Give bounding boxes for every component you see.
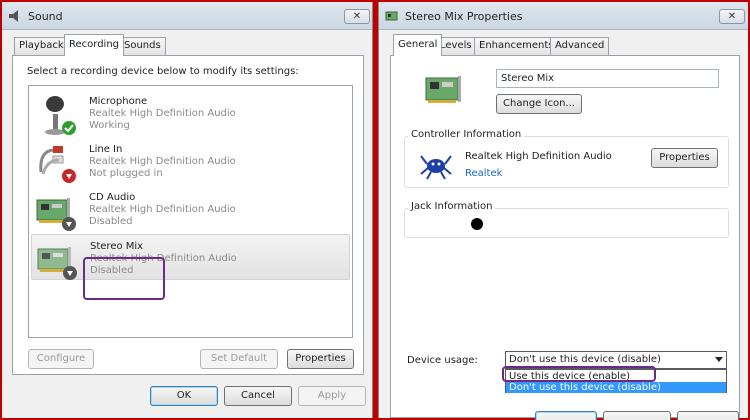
usage-option-disable[interactable]: Don't use this device (disable): [506, 382, 726, 393]
chevron-down-icon: [715, 357, 723, 362]
configure-button[interactable]: Configure: [28, 349, 94, 369]
tab-playback[interactable]: Playback: [14, 37, 69, 55]
controller-properties-button[interactable]: Properties: [651, 148, 718, 168]
stereo-mix-device-icon: [425, 76, 461, 103]
tab-sounds[interactable]: Sounds: [119, 37, 166, 55]
device-status: Disabled: [89, 216, 133, 227]
properties-tab-strip: General Levels Enhancements Advanced: [379, 34, 748, 56]
sound-close-button[interactable]: ✕: [344, 9, 370, 24]
instruction-text: Select a recording device below to modif…: [27, 66, 299, 77]
device-usage-selected-value: Don't use this device (disable): [509, 354, 661, 365]
change-icon-button[interactable]: Change Icon...: [496, 94, 582, 114]
sound-window: Sound ✕ Playback Recording Sounds Select…: [2, 2, 373, 418]
jack-information-title: Jack Information: [408, 201, 496, 212]
sound-titlebar: Sound ✕: [2, 2, 372, 30]
properties-button[interactable]: Properties: [287, 349, 354, 369]
properties-window-title: Stereo Mix Properties: [405, 10, 523, 23]
sound-window-title: Sound: [28, 10, 63, 23]
device-usage-label: Device usage:: [407, 355, 478, 366]
sound-card-title-icon: [385, 11, 398, 21]
device-driver: Realtek High Definition Audio: [89, 204, 236, 215]
properties-ok-button-partial[interactable]: [535, 411, 597, 420]
set-default-button[interactable]: Set Default: [200, 349, 278, 369]
speaker-icon: [9, 10, 18, 22]
annotation-highlight-disabled: [83, 257, 165, 300]
device-name-value: Stereo Mix: [501, 73, 555, 84]
tab-enhancements[interactable]: Enhancements: [474, 37, 559, 55]
list-item-line-in[interactable]: Line In Realtek High Definition Audio No…: [31, 138, 350, 184]
realtek-crab-logo-icon: [420, 155, 452, 180]
line-in-cable-icon: [39, 146, 76, 183]
sound-card-icon: [37, 247, 77, 280]
device-name: CD Audio: [89, 192, 136, 203]
device-name: Stereo Mix: [90, 241, 144, 252]
device-name-input[interactable]: Stereo Mix: [496, 69, 719, 88]
list-item-microphone[interactable]: Microphone Realtek High Definition Audio…: [31, 90, 350, 136]
tab-recording[interactable]: Recording: [64, 34, 125, 56]
controller-information-title: Controller Information: [408, 129, 525, 140]
list-item-cd-audio[interactable]: CD Audio Realtek High Definition Audio D…: [31, 186, 350, 232]
sound-tab-strip: Playback Recording Sounds: [2, 34, 372, 56]
device-list[interactable]: Microphone Realtek High Definition Audio…: [28, 85, 353, 338]
device-status: Working: [89, 120, 130, 131]
check-badge-icon: [62, 121, 76, 135]
ok-button[interactable]: OK: [150, 386, 218, 406]
annotation-highlight-enable-option: [502, 366, 656, 382]
tab-advanced[interactable]: Advanced: [550, 37, 610, 55]
device-driver: Realtek High Definition Audio: [89, 156, 236, 167]
cancel-button[interactable]: Cancel: [224, 386, 292, 406]
properties-close-button[interactable]: ✕: [719, 9, 745, 24]
apply-button[interactable]: Apply: [298, 386, 366, 406]
jack-color-indicator: [471, 218, 483, 230]
microphone-icon: [45, 96, 76, 135]
properties-cancel-button-partial[interactable]: [603, 411, 671, 420]
tab-general[interactable]: General: [393, 34, 443, 56]
sound-card-icon: [36, 198, 76, 231]
controller-link[interactable]: Realtek: [465, 168, 502, 179]
jack-information-group: [404, 208, 729, 238]
device-driver: Realtek High Definition Audio: [89, 108, 236, 119]
controller-name: Realtek High Definition Audio: [465, 151, 612, 162]
device-name: Line In: [89, 144, 123, 155]
properties-apply-button-partial[interactable]: [677, 411, 739, 420]
list-item-stereo-mix[interactable]: Stereo Mix Realtek High Definition Audio…: [31, 234, 350, 280]
device-status: Not plugged in: [89, 168, 163, 179]
device-name: Microphone: [89, 96, 148, 107]
properties-titlebar: Stereo Mix Properties ✕: [379, 2, 748, 30]
